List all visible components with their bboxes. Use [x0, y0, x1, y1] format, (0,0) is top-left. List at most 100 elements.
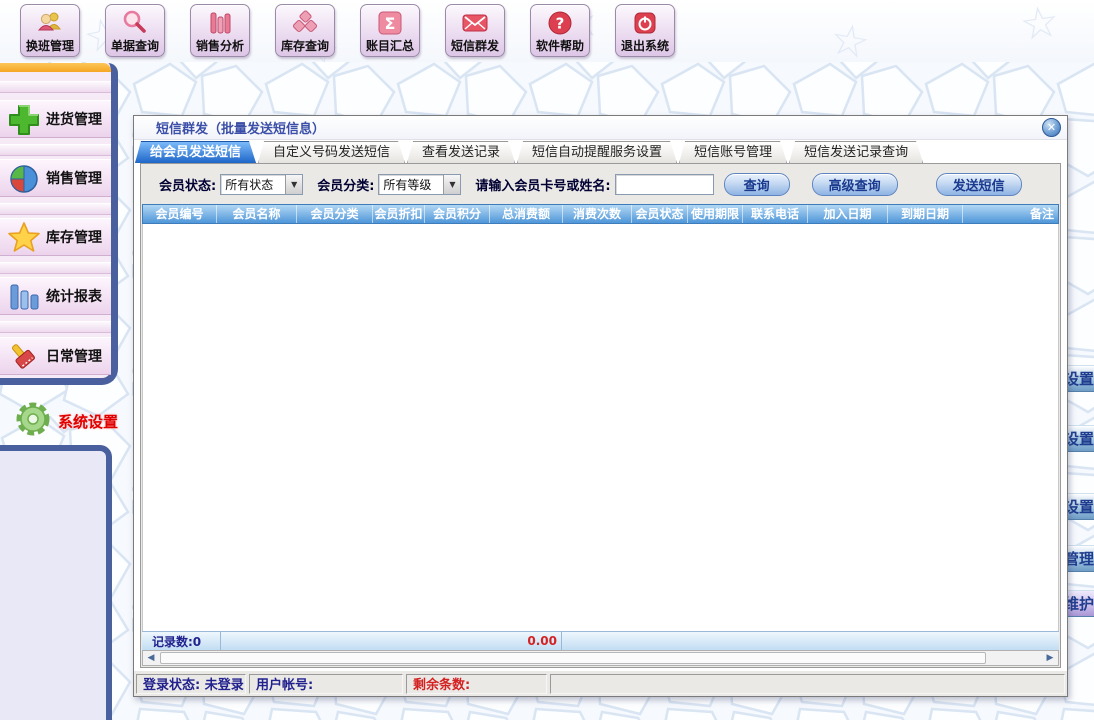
- sidebar-orange-bar: [0, 63, 111, 72]
- svg-text:Σ: Σ: [385, 14, 396, 33]
- sidebar-item-purchase[interactable]: 进货管理: [0, 100, 111, 138]
- sidebar-item-label: 统计报表: [46, 286, 102, 306]
- scroll-left-icon[interactable]: ◀: [143, 651, 159, 665]
- column-header[interactable]: 使用期限: [688, 205, 743, 223]
- toolbar-button-label: 销售分析: [196, 38, 244, 54]
- sidebar-item-label: 销售管理: [46, 168, 102, 188]
- background-button-label: 设置: [1064, 428, 1094, 449]
- column-header[interactable]: 到期日期: [888, 205, 963, 223]
- column-header[interactable]: 总消费额: [490, 205, 563, 223]
- tab-custom-numbers[interactable]: 自定义号码发送短信: [258, 141, 405, 163]
- scrollbar-thumb[interactable]: [160, 652, 986, 664]
- tab-sms-account-management[interactable]: 短信账号管理: [679, 141, 787, 163]
- member-table-header: 会员编号 会员名称 会员分类 会员折扣 会员积分 总消费额 消费次数 会员状态 …: [142, 204, 1059, 224]
- member-category-value: 所有等级: [379, 176, 443, 193]
- sms-broadcast-dialog: 短信群发（批量发送短信息） ✕ 给会员发送短信 自定义号码发送短信 查看发送记录…: [133, 115, 1068, 697]
- column-header[interactable]: 备注: [963, 205, 1058, 223]
- gear-icon: [12, 398, 54, 444]
- boxes-icon: [291, 8, 319, 38]
- user-account: 用户帐号:: [249, 674, 403, 694]
- column-header[interactable]: 消费次数: [563, 205, 632, 223]
- toolbar-button-label: 退出系统: [621, 38, 669, 54]
- inventory-query-button[interactable]: 库存查询: [275, 4, 335, 57]
- people-icon: [36, 8, 64, 38]
- sidebar-divider: [0, 262, 111, 274]
- close-icon[interactable]: ✕: [1042, 118, 1061, 137]
- column-header[interactable]: 会员折扣: [373, 205, 425, 223]
- login-status: 登录状态: 未登录: [136, 674, 246, 694]
- sidebar-item-reports[interactable]: 统计报表: [0, 277, 111, 315]
- member-table-body: [142, 224, 1059, 631]
- column-header[interactable]: 会员分类: [297, 205, 373, 223]
- member-status-value: 所有状态: [221, 176, 285, 193]
- shift-management-button[interactable]: 换班管理: [20, 4, 80, 57]
- column-header[interactable]: 会员编号: [143, 205, 217, 223]
- column-header[interactable]: 会员积分: [425, 205, 490, 223]
- send-sms-button[interactable]: 发送短信: [936, 173, 1022, 196]
- chevron-down-icon: ▼: [443, 175, 460, 194]
- sidebar-divider: [0, 203, 111, 215]
- total-amount: 0.00: [221, 634, 561, 648]
- column-header[interactable]: 会员名称: [217, 205, 297, 223]
- sms-broadcast-button[interactable]: 短信群发: [445, 4, 505, 57]
- power-icon: [631, 8, 659, 38]
- sidebar-item-daily[interactable]: 日常管理: [0, 337, 111, 375]
- exit-system-button[interactable]: 退出系统: [615, 4, 675, 57]
- help-icon: ?: [546, 8, 574, 38]
- background-button-label: 设置: [1064, 368, 1094, 389]
- query-button[interactable]: 查询: [724, 173, 790, 196]
- tab-view-send-records[interactable]: 查看发送记录: [407, 141, 515, 163]
- tab-auto-reminder-settings[interactable]: 短信自动提醒服务设置: [517, 141, 677, 163]
- record-summary-bar: 记录数:0 0.00: [142, 631, 1059, 650]
- toolbar-button-label: 软件帮助: [536, 38, 584, 54]
- sales-analysis-button[interactable]: 销售分析: [190, 4, 250, 57]
- member-category-select[interactable]: 所有等级 ▼: [378, 174, 461, 195]
- sidebar-menu-panel: 进货管理 销售管理 库存管理 统计报表 日常管理: [0, 63, 118, 385]
- stats-bars-icon: [6, 279, 42, 319]
- sidebar-item-system-settings[interactable]: 系统设置: [12, 398, 118, 444]
- column-header[interactable]: 加入日期: [808, 205, 888, 223]
- tab-send-record-query[interactable]: 短信发送记录查询: [789, 141, 923, 163]
- member-status-select[interactable]: 所有状态 ▼: [220, 174, 303, 195]
- advanced-query-button[interactable]: 高级查询: [812, 173, 898, 196]
- scroll-right-icon[interactable]: ▶: [1042, 651, 1058, 665]
- software-help-button[interactable]: ? 软件帮助: [530, 4, 590, 57]
- account-summary-button[interactable]: Σ 账目汇总: [360, 4, 420, 57]
- svg-text:?: ?: [556, 15, 565, 33]
- column-header[interactable]: 联系电话: [743, 205, 808, 223]
- member-category-label: 会员分类:: [317, 175, 374, 194]
- filter-row: 会员状态: 所有状态 ▼ 会员分类: 所有等级 ▼ 请输入会员卡号或姓名: 查询…: [141, 164, 1060, 204]
- toolbar-button-label: 单据查询: [111, 38, 159, 54]
- pie-chart-icon: [6, 161, 42, 201]
- sidebar-item-sales[interactable]: 销售管理: [0, 159, 111, 197]
- column-header[interactable]: 会员状态: [632, 205, 688, 223]
- horizontal-scrollbar[interactable]: ◀ ▶: [142, 650, 1059, 666]
- dialog-title: 短信群发（批量发送短信息）: [156, 118, 1042, 137]
- sidebar-item-label: 库存管理: [46, 227, 102, 247]
- receipt-query-button[interactable]: 单据查询: [105, 4, 165, 57]
- brush-icon: [6, 339, 42, 379]
- dialog-status-bar: 登录状态: 未登录 用户帐号: 剩余条数:: [134, 670, 1067, 696]
- bar-chart-icon: [206, 8, 234, 38]
- tab-send-to-members[interactable]: 给会员发送短信: [135, 141, 256, 163]
- star-decoration: ☆: [826, 17, 872, 62]
- envelope-icon: [461, 8, 489, 38]
- toolbar-buttons: 换班管理 单据查询 销售分析 库存查询 Σ 账目汇总: [20, 4, 675, 57]
- sidebar-divider: [0, 81, 111, 93]
- background-button-label: 管理: [1064, 548, 1094, 569]
- dialog-titlebar: 短信群发（批量发送短信息） ✕: [134, 116, 1067, 140]
- toolbar-button-label: 短信群发: [451, 38, 499, 54]
- star-decoration: ☆: [1017, 0, 1062, 49]
- sidebar-divider: [0, 321, 111, 333]
- left-sidebar: 进货管理 销售管理 库存管理 统计报表 日常管理: [0, 63, 118, 385]
- member-search-input[interactable]: [615, 174, 714, 195]
- sidebar-divider: [0, 144, 111, 156]
- sidebar-item-label: 进货管理: [46, 109, 102, 129]
- green-plus-icon: [6, 102, 42, 142]
- status-spacer: [550, 674, 1065, 694]
- toolbar-button-label: 账目汇总: [366, 38, 414, 54]
- search-label: 请输入会员卡号或姓名:: [475, 175, 610, 194]
- toolbar-button-label: 库存查询: [281, 38, 329, 54]
- dialog-tab-row: 给会员发送短信 自定义号码发送短信 查看发送记录 短信自动提醒服务设置 短信账号…: [134, 140, 1067, 163]
- sidebar-item-inventory[interactable]: 库存管理: [0, 218, 111, 256]
